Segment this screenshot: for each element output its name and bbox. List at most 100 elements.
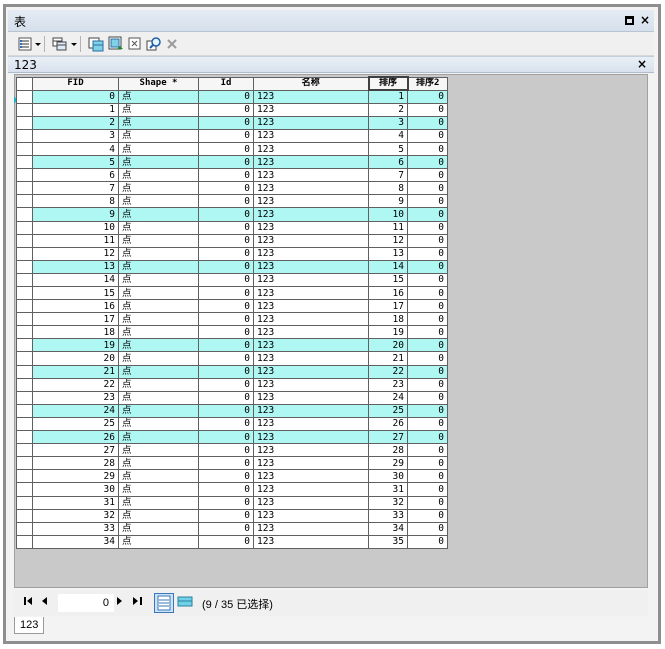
cell-shape[interactable]: 点 [118,521,199,536]
cell-shape[interactable]: 点 [118,272,199,288]
cell-id[interactable]: 0 [198,325,254,340]
cell-id[interactable]: 0 [198,312,254,327]
row-selector[interactable] [16,246,33,261]
table-row[interactable]: 12 点 0 123 13 0 [16,246,448,261]
cell-shape[interactable]: 点 [118,259,199,274]
cell-sort[interactable]: 3 [368,115,408,130]
cell-sort[interactable]: 7 [368,168,408,183]
cell-shape[interactable]: 点 [118,390,199,405]
cell-name[interactable]: 123 [253,285,369,301]
cell-name[interactable]: 123 [253,155,369,170]
table-row[interactable]: 34 点 0 123 35 0 [16,534,448,549]
table-row[interactable]: 18 点 0 123 19 0 [16,325,448,340]
column-header-name[interactable]: 名称 [253,76,369,91]
cell-sort2[interactable]: 0 [407,534,448,549]
cell-name[interactable]: 123 [253,194,369,209]
table-row[interactable]: 26 点 0 123 27 0 [16,430,448,445]
cell-sort[interactable]: 1 [368,89,408,104]
cell-sort[interactable]: 19 [368,325,408,340]
switch-selection-button[interactable] [108,35,124,53]
cell-shape[interactable]: 点 [118,377,199,392]
cell-shape[interactable]: 点 [118,534,199,549]
row-selector[interactable] [16,351,33,366]
row-selector[interactable] [16,416,33,432]
cell-shape[interactable]: 点 [118,469,199,484]
cell-sort2[interactable]: 0 [407,115,448,130]
cell-shape[interactable]: 点 [118,508,199,523]
cell-sort2[interactable]: 0 [407,141,448,157]
row-selector[interactable] [16,338,33,353]
row-selector[interactable] [16,272,33,288]
cell-sort2[interactable]: 0 [407,181,448,196]
previous-record-button[interactable] [42,597,48,605]
current-record-input[interactable]: 0 [58,594,114,612]
cell-name[interactable]: 123 [253,456,369,471]
cell-sort[interactable]: 25 [368,403,408,418]
table-row[interactable]: 24 点 0 123 25 0 [16,403,448,418]
cell-shape[interactable]: 点 [118,416,199,432]
cell-name[interactable]: 123 [253,364,369,379]
cell-fid[interactable]: 30 [32,482,119,497]
cell-sort2[interactable]: 0 [407,364,448,379]
table-row[interactable]: 13 点 0 123 14 0 [16,259,448,274]
table-row[interactable]: 0 点 0 123 1 0 [16,89,448,104]
cell-sort[interactable]: 34 [368,521,408,536]
close-window-button[interactable]: × [638,13,652,27]
cell-id[interactable]: 0 [198,115,254,130]
cell-fid[interactable]: 0 [32,89,119,104]
cell-id[interactable]: 0 [198,338,254,353]
cell-sort2[interactable]: 0 [407,521,448,536]
row-selector[interactable] [16,508,33,523]
cell-fid[interactable]: 24 [32,403,119,418]
cell-fid[interactable]: 2 [32,115,119,130]
cell-id[interactable]: 0 [198,89,254,104]
cell-sort2[interactable]: 0 [407,194,448,209]
cell-sort2[interactable]: 0 [407,285,448,301]
cell-name[interactable]: 123 [253,89,369,104]
table-row[interactable]: 2 点 0 123 3 0 [16,115,448,130]
cell-fid[interactable]: 4 [32,141,119,157]
cell-shape[interactable]: 点 [118,168,199,183]
cell-name[interactable]: 123 [253,128,369,143]
table-row[interactable]: 6 点 0 123 7 0 [16,168,448,183]
cell-name[interactable]: 123 [253,521,369,536]
cell-fid[interactable]: 8 [32,194,119,209]
cell-name[interactable]: 123 [253,430,369,445]
cell-id[interactable]: 0 [198,181,254,196]
row-selector[interactable] [16,495,33,510]
row-selector[interactable] [16,220,33,235]
cell-sort2[interactable]: 0 [407,338,448,353]
cell-sort2[interactable]: 0 [407,272,448,288]
cell-fid[interactable]: 31 [32,495,119,510]
cell-sort2[interactable]: 0 [407,495,448,510]
row-selector[interactable] [16,168,33,183]
row-selector[interactable] [16,89,33,104]
cell-shape[interactable]: 点 [118,325,199,340]
cell-sort2[interactable]: 0 [407,416,448,432]
cell-name[interactable]: 123 [253,312,369,327]
cell-id[interactable]: 0 [198,521,254,536]
cell-sort[interactable]: 22 [368,364,408,379]
cell-name[interactable]: 123 [253,168,369,183]
cell-sort[interactable]: 13 [368,246,408,261]
cell-id[interactable]: 0 [198,403,254,418]
cell-name[interactable]: 123 [253,115,369,130]
cell-shape[interactable]: 点 [118,285,199,301]
cell-shape[interactable]: 点 [118,443,199,458]
row-selector[interactable] [16,364,33,379]
table-row[interactable]: 33 点 0 123 34 0 [16,521,448,536]
cell-sort[interactable]: 26 [368,416,408,432]
cell-sort[interactable]: 12 [368,233,408,248]
table-row[interactable]: 3 点 0 123 4 0 [16,128,448,143]
cell-sort[interactable]: 27 [368,430,408,445]
cell-sort[interactable]: 17 [368,299,408,314]
cell-name[interactable]: 123 [253,495,369,510]
table-row[interactable]: 21 点 0 123 22 0 [16,364,448,379]
row-selector[interactable] [16,534,33,549]
table-row[interactable]: 7 点 0 123 8 0 [16,181,448,196]
cell-id[interactable]: 0 [198,155,254,170]
cell-sort[interactable]: 18 [368,312,408,327]
cell-sort2[interactable]: 0 [407,89,448,104]
cell-id[interactable]: 0 [198,246,254,261]
cell-sort[interactable]: 9 [368,194,408,209]
